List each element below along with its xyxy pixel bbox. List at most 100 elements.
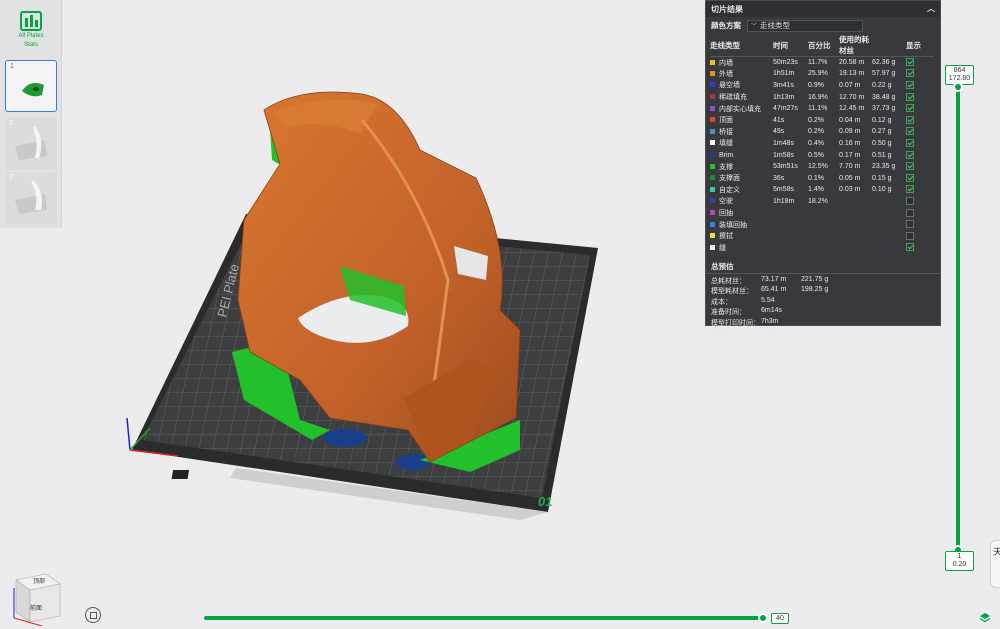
visibility-checkbox[interactable] [906,231,914,240]
table-row: 桥接 49s 0.2% 0.09 m 0.27 g [710,126,934,138]
layer-slider-track[interactable] [956,80,960,552]
move-slider-track[interactable] [204,616,766,620]
estimate-value: 7h3m [761,317,779,325]
line-type-weight-text: 0.51 g [872,151,892,159]
line-type-time-text: 1m58s [773,151,795,159]
line-type-time-text: 53m51s [773,163,798,171]
line-type-length-text: 0.16 m [839,139,861,147]
color-scheme-dropdown[interactable]: ﹀ 走线类型 [747,19,863,32]
line-type-name: 悬空墙 [710,80,773,92]
line-type-length: 0.09 m [839,126,872,138]
line-type-weight-text: 57.97 g [872,70,896,78]
line-type-percent: 1.4% [808,184,839,196]
view-cube[interactable]: 顶部 前面 [6,566,66,626]
estimate-title: 总预估 [711,261,734,271]
visibility-checkbox[interactable] [906,138,914,147]
color-swatch-icon [710,244,715,250]
line-type-percent-text: 11.7% [808,59,828,67]
color-swatch-icon [710,117,715,123]
plate-thumbnail-2[interactable]: 2 [5,118,57,170]
line-type-percent-text: 0.5% [808,151,824,159]
table-row: 自定义 5m58s 1.4% 0.03 m 0.10 g [710,184,934,196]
bottom-layer-height: 0.20 [952,561,967,568]
visibility-checkbox[interactable] [906,127,914,136]
line-type-weight [872,196,906,208]
fit-view-icon[interactable] [85,607,101,623]
line-type-time [773,207,808,219]
plate-number: 01 [538,494,552,509]
visibility-checkbox[interactable] [906,220,914,229]
line-type-weight [872,230,906,242]
line-type-name: 外墙 [710,68,773,80]
line-type-percent: 0.5% [808,149,839,161]
view-cube-front-label[interactable]: 前面 [30,604,42,612]
visibility-checkbox[interactable] [906,150,914,159]
line-type-percent: 0.1% [808,172,839,184]
line-type-weight [872,242,906,254]
plate-thumbnail-3[interactable]: 3 [5,172,57,224]
line-type-time: 1m58s [773,149,808,161]
visibility-checkbox[interactable] [906,115,914,124]
visibility-checkbox[interactable] [906,196,914,205]
visibility-checkbox[interactable] [906,80,914,89]
visibility-checkbox[interactable] [906,162,914,171]
visibility-checkbox[interactable] [906,185,914,194]
layer-slider-top-handle[interactable] [953,82,963,92]
all-plates-stats-button[interactable]: All Plates Stats [6,6,56,54]
move-slider-handle[interactable] [758,613,768,623]
line-type-length [839,230,872,242]
collapse-icon[interactable]: ︿ [926,4,936,14]
column-header: 使用的耗材丝 [839,35,869,55]
visibility-checkbox[interactable] [906,104,914,113]
line-type-weight: 0.12 g [872,114,906,126]
line-type-percent-text: 0.9% [808,81,824,89]
color-swatch-icon [710,175,715,181]
layers-icon[interactable] [979,612,991,624]
table-row: 内部实心填充 47m27s 11.1% 12.45 m 37.73 g [710,103,934,115]
line-type-time-text: 1h51m [773,70,795,78]
line-type-weight-text: 62.36 g [872,59,896,67]
plate-sidebar: All Plates Stats 1 2 3 [0,0,62,228]
line-type-time-text: 3m41s [773,81,795,89]
visibility-cell [906,172,934,184]
line-type-percent-text: 0.2% [808,128,824,136]
line-type-weight-text: 0.10 g [872,186,892,194]
line-type-name: 顶面 [710,114,773,126]
visibility-checkbox[interactable] [906,92,914,101]
collapsed-side-panel[interactable]: 天 [990,540,1000,588]
panel-header: 切片结果 ︿ [706,1,940,17]
line-type-length: 0.16 m [839,138,872,150]
plate-number-label: 1 [10,63,14,70]
line-type-percent-text: 25.9% [808,70,828,78]
line-type-name: 支撑 [710,161,773,173]
line-type-percent-text: 0.4% [808,139,824,147]
line-type-weight: 0.50 g [872,138,906,150]
view-cube-top-label[interactable]: 顶部 [33,577,45,585]
line-type-time [773,242,808,254]
visibility-checkbox[interactable] [906,69,914,78]
line-type-percent [808,219,839,231]
line-type-percent [808,207,839,219]
line-type-name-text: 空驶 [719,198,733,206]
table-row: 支撑面 36s 0.1% 0.05 m 0.15 g [710,172,934,184]
line-type-percent: 11.1% [808,103,839,115]
visibility-checkbox[interactable] [906,58,914,67]
estimate-row: 总耗材丝： 73.17 m 221.75 g [706,276,940,287]
visibility-cell [906,68,934,80]
visibility-cell [906,114,934,126]
visibility-checkbox[interactable] [906,173,914,182]
line-type-name: 桥接 [710,126,773,138]
visibility-checkbox[interactable] [906,208,914,217]
color-scheme-row: 颜色方案 ﹀ 走线类型 [706,18,940,33]
stats-icon [20,11,42,31]
estimate-value-2 [801,307,841,318]
visibility-checkbox[interactable] [906,243,914,252]
visibility-cell [906,57,934,69]
plate-number-label: 2 [9,120,13,127]
line-type-time: 5m58s [773,184,808,196]
plate-thumbnail-1[interactable]: 1 [5,60,57,112]
line-type-name-text: 内部实心填充 [719,105,761,113]
line-type-time: 1h18m [773,196,808,208]
color-scheme-value: 走线类型 [760,21,791,30]
visibility-cell [906,103,934,115]
